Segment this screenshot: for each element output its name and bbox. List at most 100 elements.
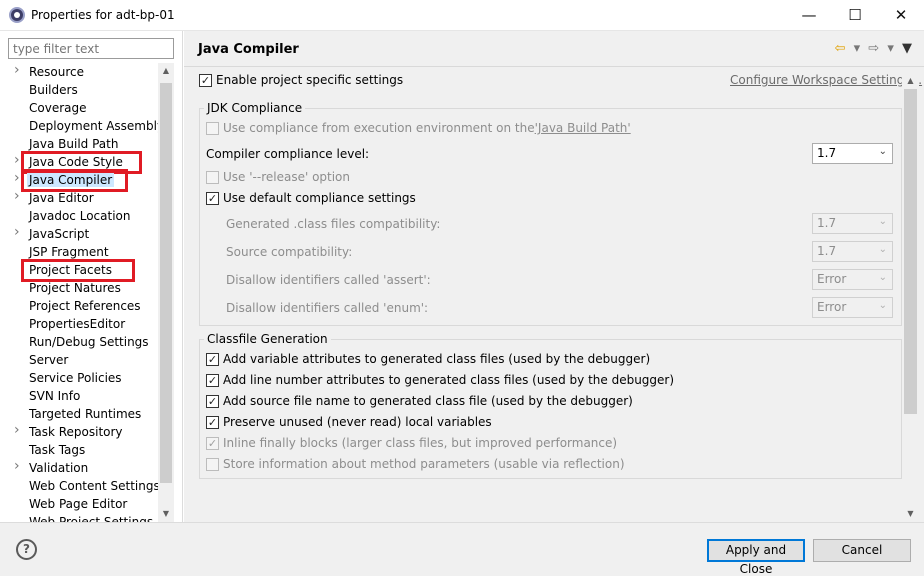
checkbox-icon[interactable] [206, 191, 219, 205]
tree-item-builders[interactable]: Builders [0, 82, 158, 100]
scroll-down-icon[interactable]: ▼ [158, 506, 174, 522]
expand-chevron-icon[interactable]: › [14, 422, 20, 438]
expand-chevron-icon[interactable]: › [14, 458, 20, 474]
tree-item-label: JSP Fragment [29, 245, 109, 259]
checkbox-icon[interactable] [206, 170, 219, 184]
expand-chevron-icon[interactable]: › [14, 152, 20, 168]
tree-item-java-editor[interactable]: › Java Editor [0, 188, 158, 208]
use-default-compliance-checkbox[interactable]: Use default compliance settings [206, 191, 416, 205]
highlight-box [21, 169, 128, 192]
java-build-path-link[interactable]: 'Java Build Path' [535, 121, 631, 135]
tree-item-task-repository[interactable]: › Task Repository [0, 422, 158, 442]
tree-item-web-project-settings[interactable]: Web Project Settings [0, 514, 158, 522]
tree-item-label: JavaScript [29, 227, 90, 241]
tree-item-javascript[interactable]: › JavaScript [0, 224, 158, 244]
tree-item-propertieseditor[interactable]: PropertiesEditor [0, 316, 158, 334]
assert-identifier-select[interactable]: Error ⌄ [812, 269, 893, 290]
tree-item-label: Task Repository [29, 425, 123, 439]
checkbox-icon[interactable] [206, 352, 219, 366]
tree-item-label: Web Content Settings [29, 479, 158, 493]
expand-chevron-icon[interactable]: › [14, 188, 20, 204]
expand-chevron-icon[interactable]: › [14, 224, 20, 240]
compliance-level-select[interactable]: 1.7 ⌄ [812, 143, 893, 164]
assert-identifier-label: Disallow identifiers called 'assert': [226, 273, 431, 287]
classfile-option-checkbox[interactable]: Inline finally blocks (larger class file… [206, 436, 617, 450]
enable-project-specific-checkbox[interactable]: Enable project specific settings [199, 73, 403, 87]
tree-item-label: Builders [29, 83, 78, 97]
chevron-down-icon: ⌄ [878, 272, 887, 283]
tree-item-coverage[interactable]: Coverage [0, 100, 158, 118]
enum-identifier-label: Disallow identifiers called 'enum': [226, 301, 429, 315]
source-compat-label: Source compatibility: [226, 245, 353, 259]
checkbox-icon[interactable] [206, 394, 219, 408]
apply-and-close-button[interactable]: Apply and Close [707, 539, 805, 576]
tree-item-targeted-runtimes[interactable]: Targeted Runtimes [0, 406, 158, 424]
expand-chevron-icon[interactable]: › [14, 63, 20, 78]
checkbox-icon[interactable] [206, 415, 219, 429]
tree-item-javadoc-location[interactable]: Javadoc Location [0, 208, 158, 226]
checkbox-icon[interactable] [206, 373, 219, 387]
classfile-option-checkbox[interactable]: Add variable attributes to generated cla… [206, 352, 650, 366]
checkbox-icon[interactable] [206, 457, 219, 471]
class-compat-label: Generated .class files compatibility: [226, 217, 441, 231]
tree-item-web-page-editor[interactable]: Web Page Editor [0, 496, 158, 514]
filter-input[interactable] [8, 38, 174, 59]
class-compat-select[interactable]: 1.7 ⌄ [812, 213, 893, 234]
classfile-option-checkbox[interactable]: Store information about method parameter… [206, 457, 625, 471]
scrollbar-thumb[interactable] [904, 89, 917, 414]
use-execution-env-checkbox[interactable]: Use compliance from execution environmen… [206, 121, 631, 135]
jdk-compliance-title: JDK Compliance [204, 101, 306, 115]
expand-chevron-icon[interactable]: › [14, 170, 20, 186]
checkbox-icon[interactable] [199, 73, 212, 87]
forward-arrow-icon[interactable]: ⇨ [868, 41, 879, 56]
source-compat-select[interactable]: 1.7 ⌄ [812, 241, 893, 262]
tree-item-label: Service Policies [29, 371, 122, 385]
forward-menu-chevron-icon[interactable]: ▾ [887, 41, 894, 56]
tree-item-deployment-assembly[interactable]: Deployment Assembly [0, 118, 158, 136]
enum-identifier-select[interactable]: Error ⌄ [812, 297, 893, 318]
tree-item-label: Targeted Runtimes [29, 407, 142, 421]
classfile-option-checkbox[interactable]: Add source file name to generated class … [206, 394, 633, 408]
tree-item-task-tags[interactable]: Task Tags [0, 442, 158, 460]
tree-item-project-natures[interactable]: Project Natures [0, 280, 158, 298]
tree-item-label: Task Tags [29, 443, 86, 457]
tree-item-validation[interactable]: › Validation [0, 458, 158, 478]
tree-item-run-debug-settings[interactable]: Run/Debug Settings [0, 334, 158, 352]
close-icon[interactable]: ✕ [878, 0, 924, 31]
maximize-icon[interactable]: ☐ [832, 0, 878, 31]
tree-item-server[interactable]: Server [0, 352, 158, 370]
configure-workspace-link[interactable]: Configure Workspace Settings... [730, 73, 922, 87]
classfile-option-checkbox[interactable]: Add line number attributes to generated … [206, 373, 674, 387]
property-page: Java Compiler ⇦ ▾ ⇨ ▾ ▼ Enable project s… [184, 31, 924, 522]
view-menu-icon[interactable]: ▼ [902, 41, 912, 56]
tree-item-label: Validation [29, 461, 89, 475]
chevron-down-icon: ⌄ [878, 244, 887, 255]
tree-item-web-content-settings[interactable]: Web Content Settings [0, 478, 158, 496]
minimize-icon[interactable]: — [786, 0, 832, 31]
tree-item-java-compiler[interactable]: › Java Compiler [0, 169, 158, 192]
tree-item-project-references[interactable]: Project References [0, 298, 158, 316]
scroll-up-icon[interactable]: ▲ [902, 73, 919, 89]
tree-item-label: Deployment Assembly [29, 119, 158, 133]
use-release-checkbox[interactable]: Use '--release' option [206, 170, 350, 184]
checkbox-icon[interactable] [206, 436, 219, 450]
history-nav: ⇦ ▾ ⇨ ▾ ▼ [831, 41, 912, 56]
back-arrow-icon[interactable]: ⇦ [835, 41, 846, 56]
chevron-down-icon: ⌄ [878, 216, 887, 227]
tree-item-service-policies[interactable]: Service Policies [0, 370, 158, 388]
page-scrollbar[interactable]: ▲ ▼ [902, 73, 919, 522]
tree-item-svn-info[interactable]: SVN Info [0, 388, 158, 406]
scroll-up-icon[interactable]: ▲ [158, 63, 174, 79]
tree-item-resource[interactable]: › Resource [0, 63, 158, 82]
tree-item-project-facets[interactable]: Project Facets [0, 259, 158, 282]
tree-item-label: Javadoc Location [29, 209, 131, 223]
help-icon[interactable]: ? [16, 539, 37, 560]
tree-scrollbar[interactable]: ▲ ▼ [158, 63, 174, 522]
scroll-down-icon[interactable]: ▼ [902, 506, 919, 522]
back-menu-chevron-icon[interactable]: ▾ [854, 41, 861, 56]
scrollbar-thumb[interactable] [160, 83, 172, 483]
checkbox-icon[interactable] [206, 121, 219, 135]
compliance-level-label: Compiler compliance level: [206, 147, 370, 161]
cancel-button[interactable]: Cancel [813, 539, 911, 562]
classfile-option-checkbox[interactable]: Preserve unused (never read) local varia… [206, 415, 492, 429]
